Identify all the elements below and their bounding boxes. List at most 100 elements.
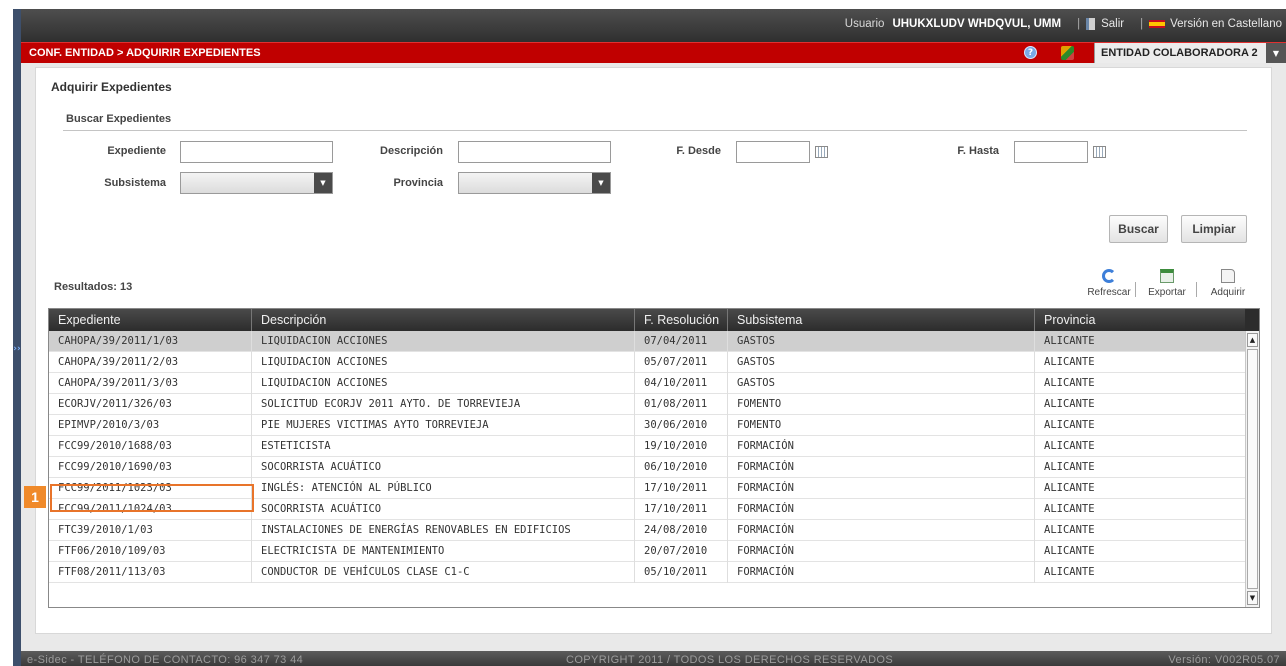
cell-subsistema: FORMACIÓN <box>728 478 1035 499</box>
user-area: Usuario UHUKXLUDV WHDQVUL, UMM | Salir |… <box>845 18 1282 30</box>
limpiar-button[interactable]: Limpiar <box>1181 215 1247 243</box>
footer: e-Sidec - TELÉFONO DE CONTACTO: 96 347 7… <box>21 651 1286 666</box>
results-count: Resultados: 13 <box>54 281 133 293</box>
table-row[interactable]: FTC39/2010/1/03 INSTALACIONES DE ENERGÍAS… <box>49 520 1247 541</box>
descripcion-label: Descripción <box>380 145 443 157</box>
cell-fresolucion: 19/10/2010 <box>635 436 728 457</box>
table-row[interactable]: CAHOPA/39/2011/2/03 LIQUIDACION ACCIONES 0… <box>49 352 1247 373</box>
footer-copyright: COPYRIGHT 2011 / TODOS LOS DERECHOS RESE… <box>566 654 894 666</box>
cell-fresolucion: 17/10/2011 <box>635 478 728 499</box>
cell-descripcion: ESTETICISTA <box>252 436 635 457</box>
separator: | <box>1077 18 1081 30</box>
help-icon[interactable]: ? <box>1024 46 1037 59</box>
cell-descripcion: SOCORRISTA ACUÁTICO <box>252 499 635 520</box>
chevron-down-icon[interactable]: ▼ <box>1266 43 1286 64</box>
fhasta-input[interactable] <box>1014 141 1088 163</box>
excel-icon <box>1160 269 1174 283</box>
calendar-icon[interactable] <box>815 146 828 158</box>
cell-expediente: ECORJV/2011/326/03 <box>49 394 252 415</box>
scroll-thumb[interactable] <box>1247 349 1258 589</box>
cell-provincia: ALICANTE <box>1044 440 1095 452</box>
table-row[interactable]: FCC99/2010/1688/03 ESTETICISTA 19/10/2010 F… <box>49 436 1247 457</box>
cell-subsistema: FORMACIÓN <box>728 499 1035 520</box>
entity-select[interactable]: ENTIDAD COLABORADORA 2 ▼ <box>1094 43 1286 64</box>
grid-header: Expediente Descripción F. Resolución Sub… <box>49 309 1247 331</box>
user-label: Usuario <box>844 18 885 30</box>
cell-provincia: ALICANTE <box>1044 482 1095 494</box>
table-row[interactable]: CAHOPA/39/2011/1/03 LIQUIDACION ACCIONES 0… <box>49 331 1247 352</box>
cell-descripcion: LIQUIDACION ACCIONES <box>252 331 635 352</box>
cell-expediente: FTF06/2010/109/03 <box>49 541 252 562</box>
provincia-label: Provincia <box>393 177 443 189</box>
expediente-input[interactable] <box>180 141 333 163</box>
cell-provincia: ALICANTE <box>1044 566 1095 578</box>
spain-flag-icon[interactable] <box>1149 20 1166 28</box>
cell-expediente: FTF08/2011/113/03 <box>49 562 252 583</box>
cell-provincia: ALICANTE <box>1044 503 1095 515</box>
cell-provincia: ALICANTE <box>1044 419 1095 431</box>
scroll-down-icon[interactable]: ▼ <box>1247 591 1258 605</box>
left-collapse-strip[interactable]: ›› <box>13 9 21 666</box>
table-row[interactable]: EPIMVP/2010/3/03 PIE MUJERES VICTIMAS AYT… <box>49 415 1247 436</box>
tools-icon[interactable] <box>1061 46 1074 60</box>
breadcrumb: CONF. ENTIDAD > ADQUIRIR EXPEDIENTES <box>29 47 261 59</box>
expediente-label: Expediente <box>107 145 166 157</box>
cell-descripcion: PIE MUJERES VICTIMAS AYTO TORREVIEJA <box>252 415 635 436</box>
top-bar: Usuario UHUKXLUDV WHDQVUL, UMM | Salir |… <box>21 9 1286 42</box>
main-panel: Adquirir Expedientes Buscar Expedientes … <box>35 67 1272 634</box>
refresh-button[interactable]: Refrescar <box>1084 269 1134 298</box>
col-header-subsistema[interactable]: Subsistema <box>728 309 1035 331</box>
cell-subsistema: FORMACIÓN <box>728 457 1035 478</box>
app-root: ›› Usuario UHUKXLUDV WHDQVUL, UMM | Sali… <box>0 0 1286 666</box>
chevron-down-icon[interactable]: ▼ <box>314 173 332 193</box>
cell-descripcion: LIQUIDACION ACCIONES <box>252 373 635 394</box>
descripcion-input[interactable] <box>458 141 611 163</box>
vertical-scrollbar[interactable]: ▲ ▼ <box>1245 331 1259 607</box>
table-row[interactable]: CAHOPA/39/2011/3/03 LIQUIDACION ACCIONES 0… <box>49 373 1247 394</box>
cell-subsistema: FOMENTO <box>728 415 1035 436</box>
cell-expediente: EPIMVP/2010/3/03 <box>49 415 252 436</box>
subsistema-label: Subsistema <box>104 177 166 189</box>
table-row[interactable]: FTF08/2011/113/03 CONDUCTOR DE VEHÍCULOS … <box>49 562 1247 583</box>
buscar-button[interactable]: Buscar <box>1109 215 1168 243</box>
cell-descripcion: CONDUCTOR DE VEHÍCULOS CLASE C1-C <box>252 562 635 583</box>
cell-subsistema: FORMACIÓN <box>728 541 1035 562</box>
cell-subsistema: FORMACIÓN <box>728 436 1035 457</box>
col-header-expediente[interactable]: Expediente <box>49 309 252 331</box>
col-header-provincia[interactable]: Provincia <box>1035 309 1247 331</box>
cell-provincia: ALICANTE <box>1044 461 1095 473</box>
content-area: Adquirir Expedientes Buscar Expedientes … <box>21 63 1286 651</box>
divider <box>63 130 1247 131</box>
subsistema-select[interactable]: ▼ <box>180 172 333 194</box>
callout-number: 1 <box>24 486 46 508</box>
table-row[interactable]: FTF06/2010/109/03 ELECTRICISTA DE MANTENI… <box>49 541 1247 562</box>
acquire-button[interactable]: Adquirir <box>1204 269 1252 298</box>
expand-panel-icon[interactable]: ›› <box>13 342 21 356</box>
logout-door-icon[interactable] <box>1086 18 1096 30</box>
col-header-descripcion[interactable]: Descripción <box>252 309 635 331</box>
refresh-label: Refrescar <box>1087 287 1131 298</box>
cell-expediente: FTC39/2010/1/03 <box>49 520 252 541</box>
footer-contact: e-Sidec - TELÉFONO DE CONTACTO: 96 347 7… <box>27 654 304 666</box>
chevron-down-icon[interactable]: ▼ <box>592 173 610 193</box>
separator: | <box>1140 18 1144 30</box>
export-button[interactable]: Exportar <box>1142 269 1192 298</box>
scroll-up-icon[interactable]: ▲ <box>1247 333 1258 347</box>
cell-provincia: ALICANTE <box>1044 377 1095 389</box>
col-header-fresolucion[interactable]: F. Resolución <box>635 309 728 331</box>
table-row[interactable]: FCC99/2010/1690/03 SOCORRISTA ACUÁTICO 06/… <box>49 457 1247 478</box>
cell-fresolucion: 01/08/2011 <box>635 394 728 415</box>
cell-provincia: ALICANTE <box>1044 356 1095 368</box>
calendar-icon[interactable] <box>1093 146 1106 158</box>
cell-fresolucion: 30/06/2010 <box>635 415 728 436</box>
fdesde-input[interactable] <box>736 141 810 163</box>
provincia-select[interactable]: ▼ <box>458 172 611 194</box>
cell-descripcion: LIQUIDACION ACCIONES <box>252 352 635 373</box>
cell-subsistema: GASTOS <box>728 331 1035 352</box>
logout-link[interactable]: Salir <box>1101 18 1124 30</box>
language-link[interactable]: Versión en Castellano <box>1170 18 1282 30</box>
cell-descripcion: SOCORRISTA ACUÁTICO <box>252 457 635 478</box>
breadcrumb-bar: CONF. ENTIDAD > ADQUIRIR EXPEDIENTES ? E… <box>21 42 1286 64</box>
table-row[interactable]: ECORJV/2011/326/03 SOLICITUD ECORJV 2011 … <box>49 394 1247 415</box>
cell-subsistema: GASTOS <box>728 373 1035 394</box>
